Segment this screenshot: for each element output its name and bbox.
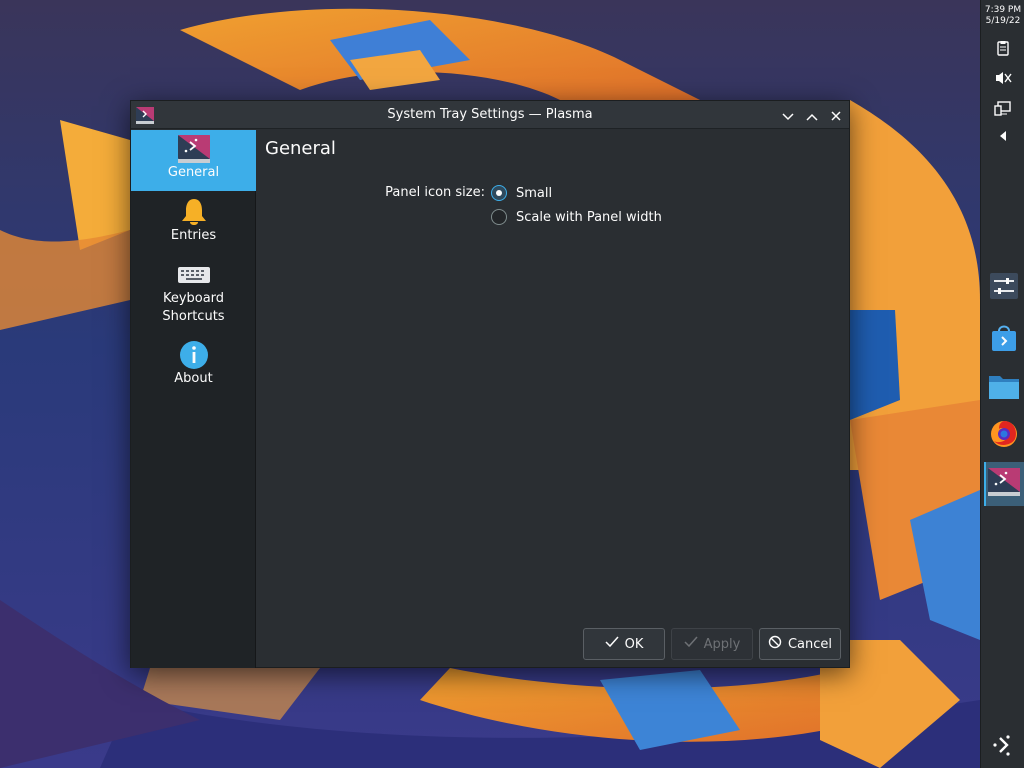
checkmark-icon <box>605 636 619 652</box>
sidebar-item-label: Entries <box>170 228 217 243</box>
cancel-button[interactable]: Cancel <box>759 628 841 660</box>
info-icon <box>177 340 211 370</box>
clock-time: 7:39 PM <box>984 5 1022 15</box>
close-icon <box>831 106 841 125</box>
radio-option-scale-with-panel[interactable]: Scale with Panel width <box>491 207 662 227</box>
radio-button-unchecked[interactable] <box>491 209 507 225</box>
cancel-icon <box>768 635 782 653</box>
panel-icon-size-label: Panel icon size: <box>385 185 485 200</box>
window-titlebar[interactable]: System Tray Settings — Plasma <box>131 101 849 129</box>
sidebar-item-label: Keyboard Shortcuts <box>162 291 225 324</box>
system-settings-icon <box>989 272 1019 304</box>
sidebar-item-keyboard-shortcuts[interactable]: Keyboard Shortcuts <box>131 256 256 334</box>
clock-date: 5/19/22 <box>985 16 1021 26</box>
checkmark-icon <box>684 636 698 652</box>
keyboard-icon <box>177 260 211 290</box>
system-tray-settings-dialog: System Tray Settings — Plasma General En… <box>130 100 850 668</box>
minimize-button[interactable] <box>779 106 797 124</box>
apply-button-label: Apply <box>703 636 741 652</box>
radio-label-small: Small <box>516 185 553 201</box>
plasma-panel: 7:39 PM 5/19/22 <box>980 0 1024 768</box>
discover-store-icon <box>990 323 1018 357</box>
settings-page: General Panel icon size: Small Scale wit… <box>257 130 849 668</box>
ok-button[interactable]: OK <box>583 628 665 660</box>
task-discover[interactable] <box>984 318 1024 362</box>
sidebar-item-general[interactable]: General <box>131 130 256 191</box>
radio-button-checked[interactable] <box>491 185 507 201</box>
plasma-config-icon <box>987 467 1021 501</box>
task-dolphin[interactable] <box>984 366 1024 410</box>
chevron-down-icon <box>782 106 794 125</box>
clipboard-icon[interactable] <box>993 38 1013 58</box>
cancel-button-label: Cancel <box>787 636 833 652</box>
firefox-icon <box>989 419 1019 453</box>
plasma-config-icon <box>177 134 211 164</box>
category-sidebar: General Entries Keyboard Shortcuts About <box>131 130 256 668</box>
kde-launcher-icon[interactable] <box>992 734 1014 758</box>
task-system-tray-settings[interactable] <box>984 462 1024 506</box>
volume-muted-icon[interactable] <box>993 68 1013 88</box>
task-system-settings[interactable] <box>984 266 1024 310</box>
expand-arrow-icon[interactable] <box>993 126 1013 146</box>
sidebar-item-label: About <box>174 371 213 386</box>
digital-clock[interactable]: 7:39 PM 5/19/22 <box>981 5 1024 27</box>
radio-label-scale: Scale with Panel width <box>516 209 662 225</box>
maximize-button[interactable] <box>803 106 821 124</box>
task-firefox[interactable] <box>984 414 1024 458</box>
sidebar-item-about[interactable]: About <box>131 336 256 396</box>
radio-option-small[interactable]: Small <box>491 183 552 203</box>
display-icon[interactable] <box>993 98 1013 118</box>
close-button[interactable] <box>827 106 845 124</box>
bell-icon <box>177 197 211 227</box>
sidebar-item-entries[interactable]: Entries <box>131 193 256 253</box>
ok-button-label: OK <box>624 636 644 652</box>
page-title: General <box>265 138 336 159</box>
window-title: System Tray Settings — Plasma <box>387 107 593 122</box>
chevron-up-icon <box>806 106 818 125</box>
dolphin-folder-icon <box>988 372 1020 404</box>
sidebar-item-label: General <box>167 165 220 180</box>
apply-button[interactable]: Apply <box>671 628 753 660</box>
